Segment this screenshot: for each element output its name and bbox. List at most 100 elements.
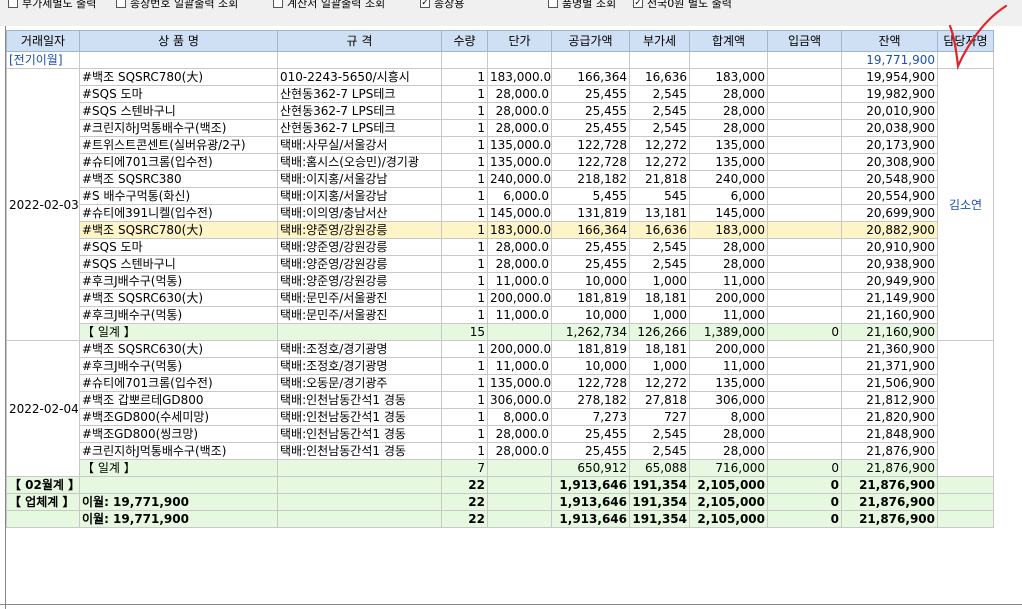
- unit-price-cell: 28,000.0: [487, 425, 552, 443]
- spec-cell: 택배:홈시스(오승민)/경기광: [277, 153, 442, 171]
- balance-cell: 21,149,900: [841, 289, 938, 307]
- supply-amount-cell: 10,000: [551, 272, 630, 290]
- quantity-cell: 1: [441, 85, 488, 103]
- column-header[interactable]: 거래일자: [6, 30, 80, 52]
- table-row[interactable]: #백조 갑뽀르테GD800 택배:인천남동간석1 경동 1 306,000.0 278,…: [7, 391, 994, 409]
- option-checkbox[interactable]: ✓: [420, 0, 430, 8]
- table-row[interactable]: #슈티에391니켈(입수전) 택배:이의영/충남서산 1 145,000.0 131,8…: [7, 204, 994, 222]
- balance-cell: 21,160,900: [841, 306, 938, 324]
- column-header[interactable]: 합계액: [689, 30, 768, 52]
- table-row[interactable]: #SQS 도마 산현동362-7 LPS테크 1 28,000.0 25,455 2,54…: [7, 85, 994, 103]
- spec-cell: 택배:양준영/강원강릉: [277, 221, 442, 239]
- product-name-cell: #백조 SQSRC780(大): [79, 221, 278, 239]
- table-row[interactable]: #백조 SQSRC630(大) 택배:문민주/서울광진 1 200,000.0 181,…: [7, 289, 994, 307]
- toolbar-option-2[interactable]: 계산서 일괄출력 조회: [273, 0, 385, 10]
- table-row[interactable]: #슈티에701크롬(입수전) 택배:홈시스(오승민)/경기광 1 135,000.0 1…: [7, 153, 994, 171]
- quantity-cell: 1: [441, 255, 488, 273]
- daily-subtotal-row[interactable]: 【 일계 】 7 650,912 65,088 716,000 0 21,876,900: [7, 459, 994, 477]
- table-row[interactable]: #트위스트콘센트(실버유광/2구) 택배:사무실/서울강서 1 135,000.0 12…: [7, 136, 994, 154]
- table-row[interactable]: #후크J배수구(먹통) 택배:조정호/경기광명 1 11,000.0 10,000 1,0…: [7, 357, 994, 375]
- product-name-cell: #슈티에701크롬(입수전): [79, 374, 278, 392]
- total-amount-cell: 28,000: [689, 119, 768, 137]
- table-row[interactable]: #백조 SQSRC380 택배:이지홍/서울강남 1 240,000.0 218,182…: [7, 170, 994, 188]
- table-row[interactable]: #후크J배수구(먹통) 택배:문민주/서울광진 1 11,000.0 10,000 1,0…: [7, 306, 994, 324]
- spec-cell: 택배:인천남동간석1 경동: [277, 408, 442, 426]
- product-name-cell: #S 배수구먹통(화신): [79, 187, 278, 205]
- total-amount-cell: 2,105,000: [689, 510, 768, 528]
- toolbar-option-4[interactable]: 품명별 조회: [548, 0, 616, 10]
- option-checkbox[interactable]: [273, 0, 283, 8]
- table-row[interactable]: #크린지하J먹통배수구(백조) 산현동362-7 LPS테크 1 28,000.0 25…: [7, 119, 994, 137]
- toolbar-option-5[interactable]: ✓ 전국0원 별도 출력: [633, 0, 732, 10]
- table-row[interactable]: #SQS 도마 택배:양준영/강원강릉 1 28,000.0 25,455 2,545 28…: [7, 238, 994, 256]
- total-amount-cell: 145,000: [689, 204, 768, 222]
- table-row[interactable]: #SQS 스텐바구니 택배:양준영/강원강릉 1 28,000.0 25,455 2,54…: [7, 255, 994, 273]
- paid-amount-cell: [767, 306, 842, 324]
- supply-amount-cell: 5,455: [551, 187, 630, 205]
- daily-subtotal-row[interactable]: 【 일계 】 15 1,262,734 126,266 1,389,000 0 21,160…: [7, 323, 994, 341]
- manager-cell: [937, 493, 994, 511]
- column-header[interactable]: 단가: [487, 30, 552, 52]
- vat-cell: 191,354: [629, 493, 690, 511]
- total-amount-cell: 183,000: [689, 68, 768, 86]
- option-checkbox[interactable]: [8, 0, 18, 8]
- carry-forward-row[interactable]: [전기이월] 19,771,900: [6, 51, 994, 69]
- spec-cell: 택배:조정호/경기광명: [277, 357, 442, 375]
- total-amount-cell: 28,000: [689, 85, 768, 103]
- summary-total-row[interactable]: 【 02월계 】 22 1,913,646 191,354 2,105,000 0 21,8…: [6, 476, 994, 494]
- toolbar-option-1[interactable]: 송장번호 일괄출력 조회: [116, 0, 238, 10]
- balance-cell: 20,554,900: [841, 187, 938, 205]
- total-amount-cell: 1,389,000: [689, 323, 768, 341]
- quantity-cell: 15: [441, 323, 488, 341]
- table-row[interactable]: 2022-02-04 #백조 SQSRC630(大) 택배:조정호/경기광명 1 200…: [6, 340, 994, 477]
- vat-cell: 2,545: [629, 119, 690, 137]
- vat-cell: 2,545: [629, 255, 690, 273]
- paid-amount-cell: [767, 170, 842, 188]
- spec-cell: 택배:문민주/서울광진: [277, 289, 442, 307]
- summary-total-row[interactable]: 이월: 19,771,900 22 1,913,646 191,354 2,105,00…: [6, 510, 994, 528]
- option-checkbox[interactable]: [116, 0, 126, 8]
- balance-cell: 19,954,900: [841, 68, 938, 86]
- empty-cell: [277, 51, 442, 69]
- toolbar-option-0[interactable]: 부가세별도 출력: [8, 0, 96, 10]
- vat-cell: 2,545: [629, 442, 690, 460]
- column-header[interactable]: 규 격: [277, 30, 442, 52]
- column-header[interactable]: 잔액: [841, 30, 938, 52]
- column-header[interactable]: 상 품 명: [79, 30, 278, 52]
- quantity-cell: 22: [441, 510, 488, 528]
- table-row[interactable]: #백조GD800(씽크망) 택배:인천남동간석1 경동 1 28,000.0 25,45…: [7, 425, 994, 443]
- column-header[interactable]: 공급가액: [551, 30, 630, 52]
- unit-price-cell: 135,000.0: [487, 136, 552, 154]
- vat-cell: 16,636: [629, 68, 690, 86]
- vat-cell: 1,000: [629, 306, 690, 324]
- table-row[interactable]: #SQS 스텐바구니 산현동362-7 LPS테크 1 28,000.0 25,455 2…: [7, 102, 994, 120]
- table-row[interactable]: #슈티에701크롬(입수전) 택배:오동문/경기광주 1 135,000.0 122,7…: [7, 374, 994, 392]
- spec-cell: 택배:오동문/경기광주: [277, 374, 442, 392]
- quantity-cell: 1: [441, 170, 488, 188]
- product-name-cell: #백조GD800(씽크망): [79, 425, 278, 443]
- column-header[interactable]: 입금액: [767, 30, 842, 52]
- total-amount-cell: 716,000: [689, 459, 768, 477]
- supply-amount-cell: 122,728: [551, 374, 630, 392]
- supply-amount-cell: 7,273: [551, 408, 630, 426]
- column-header[interactable]: 부가세: [629, 30, 690, 52]
- option-label: 계산서 일괄출력 조회: [287, 0, 386, 10]
- column-header[interactable]: 수량: [441, 30, 488, 52]
- table-row[interactable]: 2022-02-03 #백조 SQSRC780(大) 010-2243-5650/시…: [6, 68, 994, 341]
- toolbar-option-3[interactable]: ✓ 송장용: [420, 0, 464, 10]
- subtotal-label: 【 일계 】: [79, 459, 278, 477]
- vat-cell: 2,545: [629, 238, 690, 256]
- table-row[interactable]: #S 배수구먹통(화신) 택배:이지홍/서울강남 1 6,000.0 5,455 545 6…: [7, 187, 994, 205]
- quantity-cell: 1: [441, 221, 488, 239]
- spec-cell: 택배:인천남동간석1 경동: [277, 425, 442, 443]
- summary-total-row[interactable]: 【 업체계 】 이월: 19,771,900 22 1,913,646 191,354 2…: [6, 493, 994, 511]
- balance-cell: 20,949,900: [841, 272, 938, 290]
- column-header[interactable]: 담당자명: [937, 30, 994, 52]
- option-checkbox[interactable]: ✓: [633, 0, 643, 8]
- table-row[interactable]: #백조 SQSRC780(大) 택배:양준영/강원강릉 1 183,000.0 166,…: [7, 221, 994, 239]
- option-checkbox[interactable]: [548, 0, 558, 8]
- table-row[interactable]: #크린지하J먹통배수구(백조) 택배:인천남동간석1 경동 1 28,000.0 25,…: [7, 442, 994, 460]
- table-row[interactable]: #후크J배수구(먹통) 택배:양준영/강원강릉 1 11,000.0 10,000 1,0…: [7, 272, 994, 290]
- table-row[interactable]: #백조GD800(수세미망) 택배:인천남동간석1 경동 1 8,000.0 7,273…: [7, 408, 994, 426]
- total-amount-cell: 2,105,000: [689, 493, 768, 511]
